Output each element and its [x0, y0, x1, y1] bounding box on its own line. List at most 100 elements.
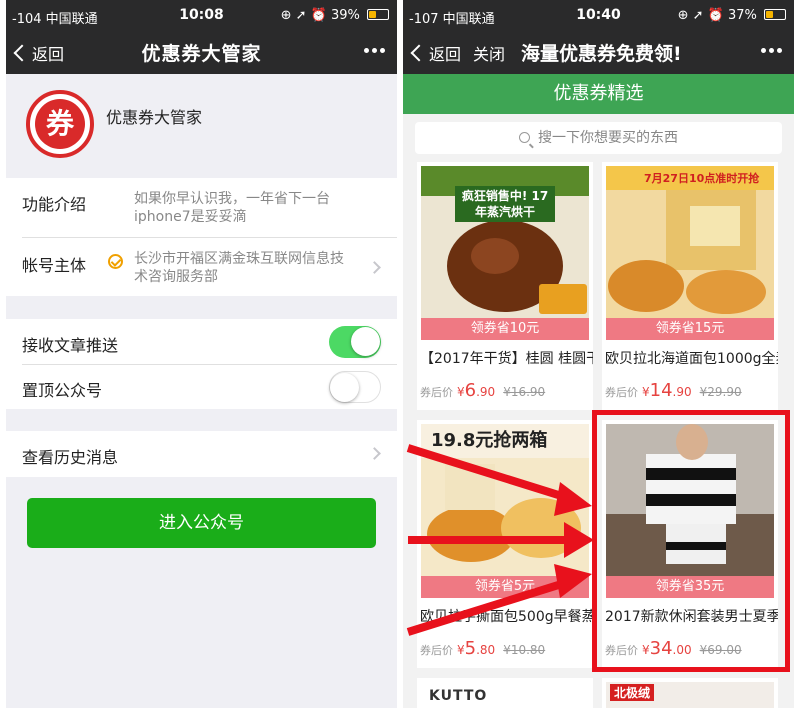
product-title: 2017新款休闲套装男士夏季 — [605, 609, 778, 625]
promo-text: 疯狂销售中! 17年蒸汽烘干 — [455, 186, 555, 222]
more-icon[interactable] — [364, 48, 385, 53]
account-text: 长沙市开福区满金珠互联网信息技 术咨询服务部 — [134, 250, 344, 286]
right-screen: -107 中国联通 10:40 ⊕ ➚ ⏰ 37% 返回 关闭 海量优惠券免费领… — [403, 0, 794, 708]
nav-bar: 返回 关闭 海量优惠券免费领! — [403, 30, 794, 74]
coupon-band: 领券省35元 — [606, 576, 774, 598]
product-image: 疯狂销售中! 17年蒸汽烘干 — [421, 166, 589, 318]
page-title: 海量优惠券免费领! — [521, 43, 682, 65]
original-price: ¥16.90 — [503, 385, 546, 399]
price-dec: .90 — [476, 385, 496, 399]
account-line2: 术咨询服务部 — [134, 269, 218, 285]
product-card[interactable]: 疯狂销售中! 17年蒸汽烘干 领券省10元 【2017年干货】桂圆 桂圆干 券后… — [417, 162, 593, 410]
product-card[interactable]: 19.8元抢两箱 领券省5元 欧贝拉手撕面包500g早餐蒸 券后价 ¥5.80 ¥1… — [417, 420, 593, 668]
section-banner: 优惠券精选 — [403, 74, 794, 114]
left-screen: -104 中国联通 10:08 ⊕ ➚ ⏰ 39% 返回 优惠券大管家 券 优惠… — [6, 0, 397, 708]
currency: ¥ — [457, 643, 465, 657]
brand-text: 北极绒 — [610, 684, 655, 701]
receive-label: 接收文章推送 — [22, 336, 119, 355]
chevron-right-icon — [368, 261, 381, 274]
battery-percent: 37% — [727, 8, 757, 23]
nav-bar: 返回 优惠券大管家 — [6, 30, 397, 74]
pin-label: 置顶公众号 — [22, 381, 103, 400]
product-image — [606, 424, 774, 576]
coupon-band: 领券省15元 — [606, 318, 774, 340]
account-line1: 长沙市开福区满金珠互联网信息技 — [134, 251, 344, 267]
back-button[interactable]: 返回 — [410, 41, 462, 65]
battery-percent: 39% — [330, 8, 360, 23]
intro-line1: 如果你早认识我，一年省下一台 — [134, 191, 330, 207]
price-int: 14 — [649, 380, 673, 401]
price-label: 券后价 — [420, 386, 453, 399]
status-right: ⊕ ➚ ⏰ 39% — [281, 8, 389, 23]
more-icon[interactable] — [761, 48, 782, 53]
coupon-band: 领券省10元 — [421, 318, 589, 340]
search-icon — [519, 132, 530, 143]
price-dec: .00 — [672, 643, 692, 657]
chevron-left-icon — [410, 44, 428, 62]
pin-toggle[interactable] — [329, 371, 381, 403]
battery-icon — [764, 9, 786, 20]
status-bar: -107 中国联通 10:40 ⊕ ➚ ⏰ 37% — [403, 0, 794, 30]
product-card[interactable]: KUTTO — [417, 678, 593, 708]
divider — [22, 364, 397, 365]
price-int: 5 — [464, 638, 477, 659]
close-button[interactable]: 关闭 — [473, 41, 505, 65]
profile-header: 券 优惠券大管家 — [6, 74, 397, 178]
product-title: 欧贝拉北海道面包1000g全麦 — [605, 351, 778, 367]
search-placeholder: 搜一下你想要买的东西 — [538, 130, 678, 146]
brand-text: KUTTO — [429, 688, 488, 704]
product-image: 19.8元抢两箱 — [421, 424, 589, 576]
product-title: 【2017年干货】桂圆 桂圆干 — [420, 351, 593, 367]
product-price: 券后价 ¥34.00 ¥69.00 — [605, 638, 742, 659]
alarm-icon: ⊕ ➚ ⏰ — [280, 8, 327, 23]
status-right: ⊕ ➚ ⏰ 37% — [678, 8, 786, 23]
product-price: 券后价 ¥5.80 ¥10.80 — [420, 638, 545, 659]
battery-icon — [367, 9, 389, 20]
price-dec: .80 — [476, 643, 496, 657]
product-card-highlighted[interactable]: 领券省35元 2017新款休闲套装男士夏季 券后价 ¥34.00 ¥69.00 — [602, 420, 778, 668]
settings-section: 接收文章推送 置顶公众号 — [6, 319, 397, 409]
intro-label: 功能介绍 — [22, 195, 87, 214]
product-price: 券后价 ¥6.90 ¥16.90 — [420, 380, 545, 401]
product-card[interactable]: 7月27日10点准时开抢 领券省15元 欧贝拉北海道面包1000g全麦 券后价 ¥… — [602, 162, 778, 410]
price-label: 券后价 — [605, 386, 638, 399]
history-label: 查看历史消息 — [22, 448, 119, 467]
product-title: 欧贝拉手撕面包500g早餐蒸 — [420, 609, 593, 625]
intro-row: 功能介绍 如果你早认识我，一年省下一台 iphone7是妥妥滴 — [6, 178, 397, 236]
account-row[interactable]: 帐号主体 长沙市开福区满金珠互联网信息技 术咨询服务部 — [6, 238, 397, 296]
info-section: 功能介绍 如果你早认识我，一年省下一台 iphone7是妥妥滴 帐号主体 长沙市… — [6, 178, 397, 296]
price-int: 34 — [649, 638, 673, 659]
product-card[interactable]: 北极绒 — [602, 678, 778, 708]
chevron-right-icon — [368, 447, 381, 460]
status-bar: -104 中国联通 10:08 ⊕ ➚ ⏰ 39% — [6, 0, 397, 30]
page-title: 优惠券大管家 — [141, 43, 262, 65]
price-label: 券后价 — [605, 644, 638, 657]
intro-line2: iphone7是妥妥滴 — [134, 209, 247, 225]
coupon-band: 领券省5元 — [421, 576, 589, 598]
currency: ¥ — [642, 643, 650, 657]
enter-account-button[interactable]: 进入公众号 — [27, 498, 376, 548]
account-logo: 券 — [26, 90, 94, 158]
original-price: ¥29.90 — [699, 385, 742, 399]
promo-text: 7月27日10点准时开抢 — [644, 172, 760, 185]
price-dec: .90 — [672, 385, 692, 399]
verified-icon — [108, 254, 123, 269]
product-price: 券后价 ¥14.90 ¥29.90 — [605, 380, 742, 401]
receive-toggle[interactable] — [329, 326, 381, 358]
currency: ¥ — [642, 385, 650, 399]
alarm-icon: ⊕ ➚ ⏰ — [677, 8, 724, 23]
history-row[interactable]: 查看历史消息 — [6, 431, 397, 477]
original-price: ¥69.00 — [699, 643, 742, 657]
price-label: 券后价 — [420, 644, 453, 657]
price-int: 6 — [464, 380, 477, 401]
account-label: 帐号主体 — [22, 256, 87, 275]
product-image: 7月27日10点准时开抢 — [606, 166, 774, 318]
account-name: 优惠券大管家 — [106, 108, 203, 127]
search-input[interactable]: 搜一下你想要买的东西 — [415, 122, 782, 154]
promo-text: 19.8元抢两箱 — [431, 430, 548, 451]
currency: ¥ — [457, 385, 465, 399]
coupon-logo-icon: 券 — [35, 99, 85, 149]
intro-text: 如果你早认识我，一年省下一台 iphone7是妥妥滴 — [134, 190, 330, 226]
original-price: ¥10.80 — [503, 643, 546, 657]
back-label: 返回 — [429, 45, 462, 64]
